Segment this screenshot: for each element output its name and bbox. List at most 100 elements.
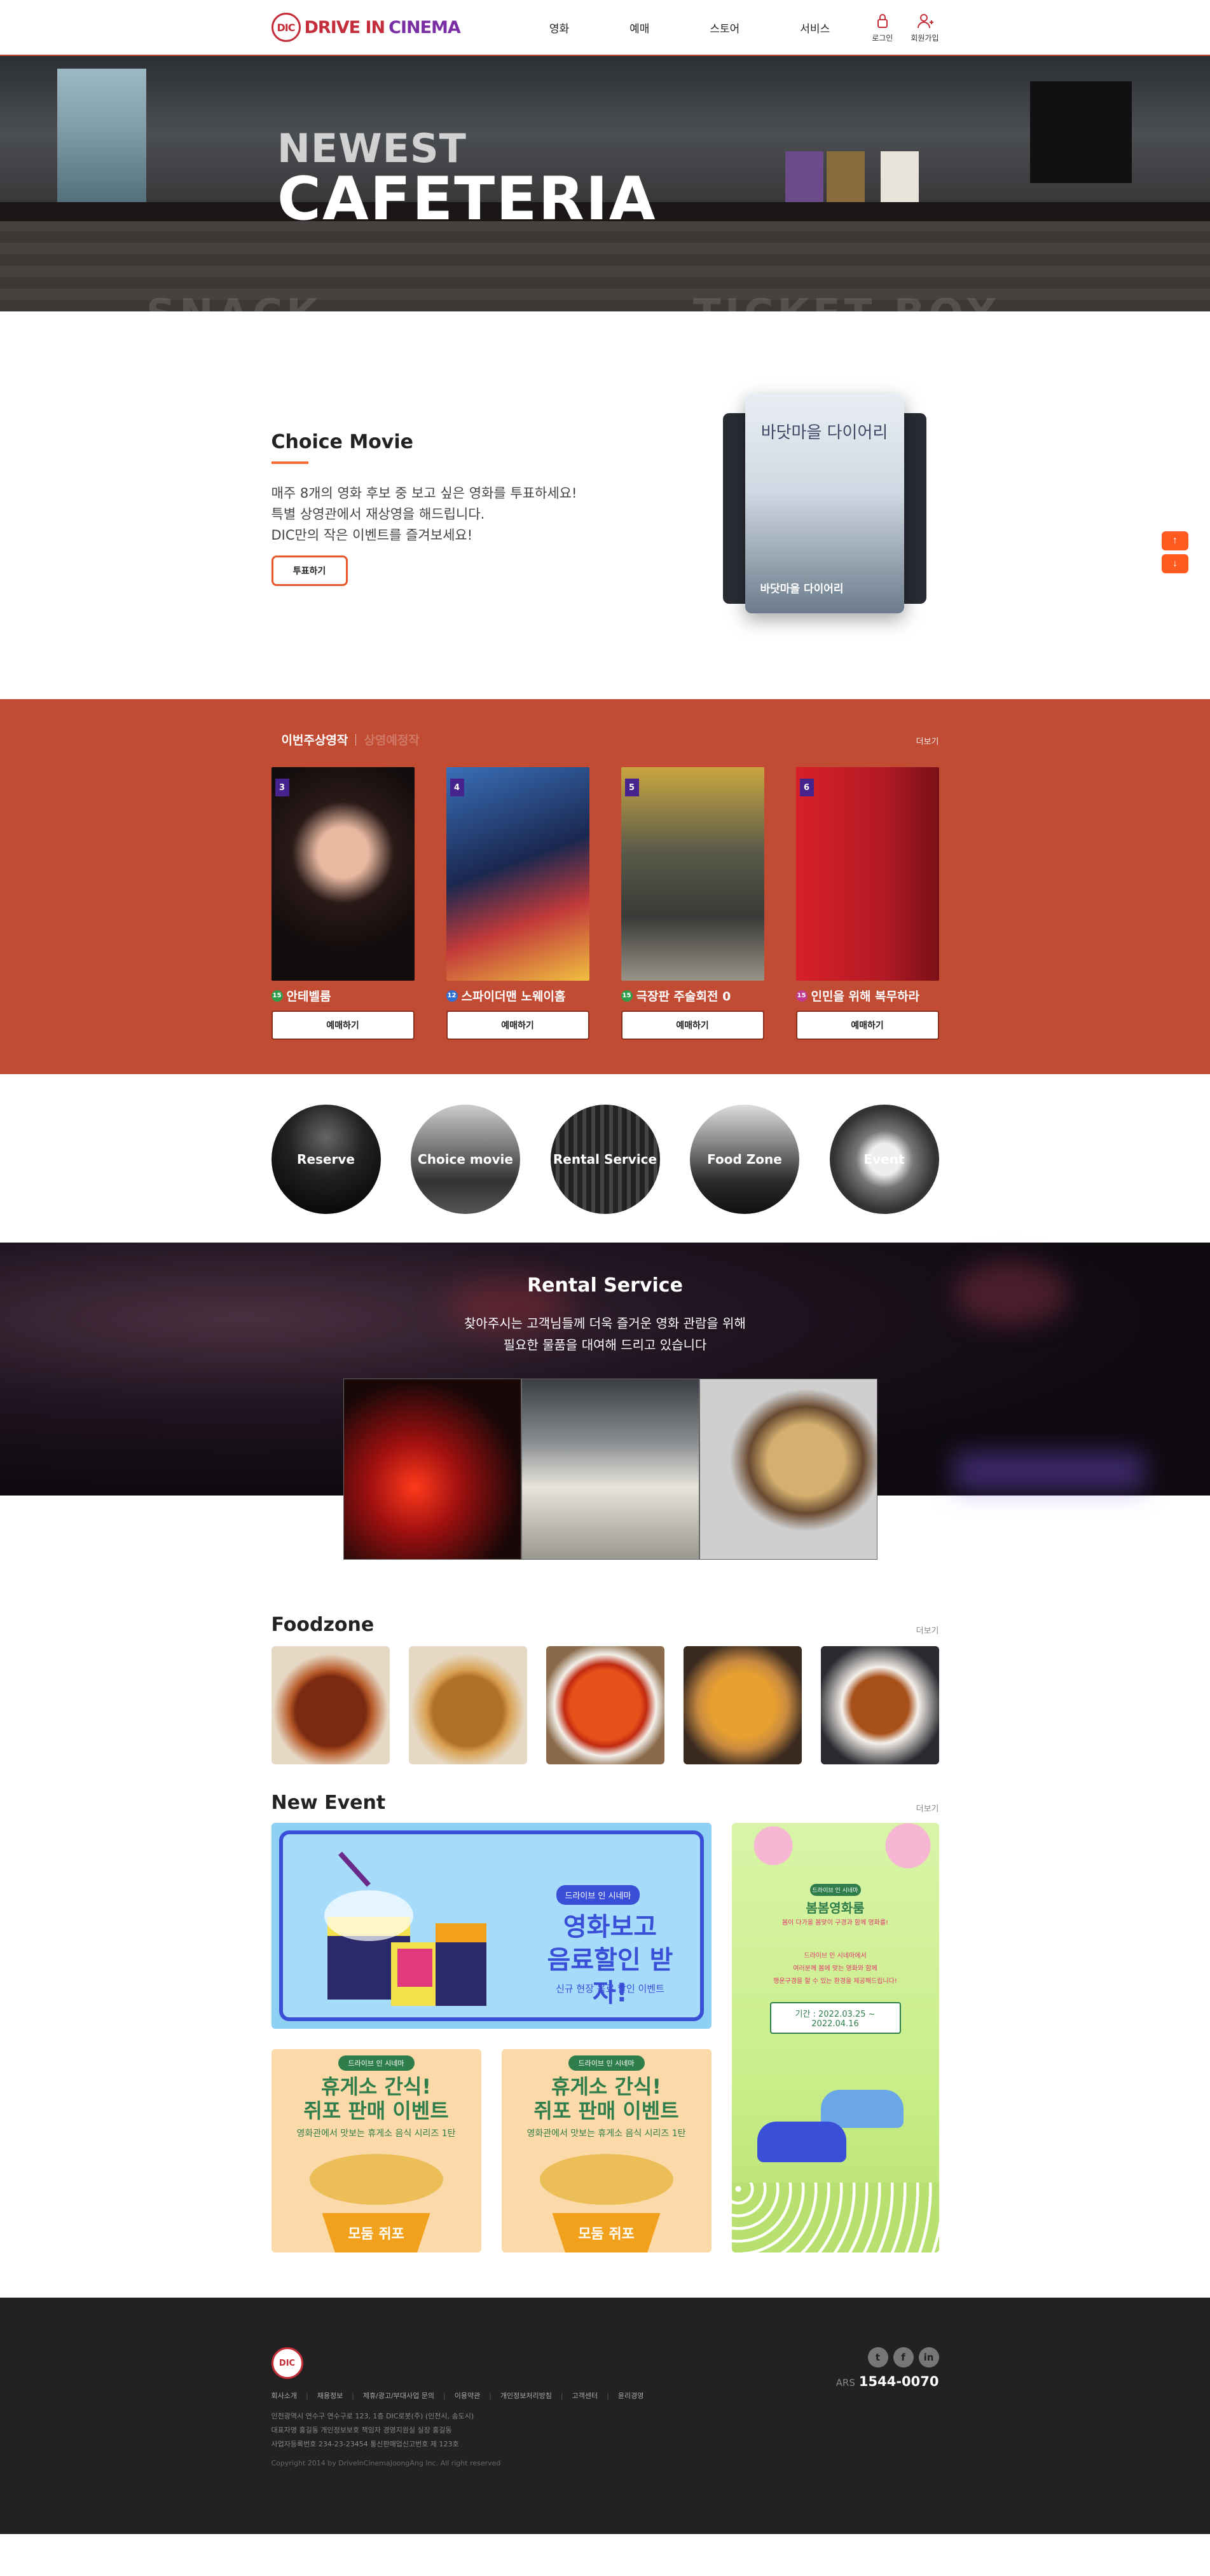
movie-poster[interactable]: 4 [446, 767, 589, 981]
choice-card[interactable]: 바닷마을 다이어리 바닷마을 다이어리 [745, 394, 904, 613]
choice-card-stack[interactable]: 바닷마을 다이어리 바닷마을 다이어리 [720, 394, 930, 629]
rank-badge: 5 [624, 779, 639, 796]
login-button[interactable]: 로그인 [872, 11, 893, 43]
event-tag: 드라이브 인 시네마 [809, 1884, 861, 1896]
signup-button[interactable]: 회원가입 [911, 11, 939, 43]
facebook-icon[interactable]: f [893, 2347, 914, 2368]
now-showing-section: 이번주상영작 상영예정작 더보기 3 15 안테벨룸 예매하기 4 12 스파이… [0, 699, 1210, 1074]
event-banner-frame: 드라이브 인 시네마 영화보고 음료할인 받자! 신규 현장 음료 할인 이벤트 [278, 1830, 704, 2021]
reserve-button[interactable]: 예매하기 [621, 1011, 764, 1040]
footer-link[interactable]: 개인정보처리방침 [500, 2390, 563, 2401]
event-spring-movie[interactable]: 드라이브 인 시네마 봄봄영화룸 봄이 다가올 봄맞이 구경과 함께 영화를! … [731, 1823, 939, 2252]
hero-bg-text-left: SNACK [146, 291, 322, 311]
age-rating-badge: 15 [271, 990, 283, 1002]
footer-link[interactable]: 윤리경영 [618, 2390, 643, 2401]
food-list [271, 1646, 939, 1764]
showing-more-link[interactable]: 더보기 [916, 735, 939, 747]
foodzone-section: Foodzone 더보기 [0, 1573, 1210, 1783]
hero-banner: SNACK TICKET BOX NEWEST CAFETERIA [0, 56, 1210, 311]
reserve-button[interactable]: 예매하기 [446, 1011, 589, 1040]
title-underline [271, 461, 308, 464]
choice-desc-line: 특별 상영관에서 재상영을 해드립니다. [271, 507, 485, 522]
choice-desc-line: 매주 8개의 영화 후보 중 보고 싶은 영화를 투표하세요! [271, 486, 577, 501]
movie-title: 극장판 주술회전 0 [636, 990, 731, 1004]
movie-poster[interactable]: 5 [621, 767, 764, 981]
footer-link[interactable]: 제휴/광고/부대사업 문의 [363, 2390, 446, 2401]
company-info: 인천광역시 연수구 연수구로 123, 1층 DIC로봇(주) (인천시, 송도… [272, 2409, 939, 2451]
shortcut-choice-movie[interactable]: Choice movie [411, 1105, 520, 1214]
bg-glow [954, 1452, 1145, 1490]
event-headline-line2: 쥐포 판매 이벤트 [533, 2099, 679, 2123]
twitter-icon[interactable]: t [867, 2347, 888, 2368]
food-item-stew[interactable] [820, 1646, 939, 1764]
movie-card: 5 15 극장판 주술회전 0 예매하기 [621, 767, 764, 1040]
footer-link[interactable]: 회사소개 [272, 2390, 308, 2401]
service-shortcuts: Reserve Choice movie Rental Service Food… [0, 1074, 1210, 1243]
event-snack-1[interactable]: 드라이브 인 시네마 휴게소 간식! 쥐포 판매 이벤트 영화관에서 맛보는 휴… [271, 2049, 481, 2252]
event-grid: 드라이브 인 시네마 영화보고 음료할인 받자! 신규 현장 음료 할인 이벤트… [271, 1823, 939, 2252]
footer-logo[interactable]: DIC [271, 2347, 303, 2379]
movie-poster[interactable]: 6 [795, 767, 939, 981]
company-info-line: 인천광역시 연수구 연수구로 123, 1층 DIC로봇(주) (인천시, 송도… [271, 2412, 474, 2420]
movie-poster[interactable]: 3 [271, 767, 415, 981]
logo-cinema-text: CINEMA [388, 17, 461, 37]
food-item-fries[interactable] [408, 1646, 527, 1764]
food-item-tteokbokki[interactable] [546, 1646, 664, 1764]
event-more-link[interactable]: 더보기 [916, 1802, 939, 1814]
food-item-skewers[interactable] [683, 1646, 802, 1764]
choice-description: 매주 8개의 영화 후보 중 보고 싶은 영화를 투표하세요! 특별 상영관에서… [272, 483, 577, 546]
foodzone-more-link[interactable]: 더보기 [916, 1624, 939, 1636]
choice-movie-section: Choice Movie 매주 8개의 영화 후보 중 보고 싶은 영화를 투표… [0, 311, 1210, 699]
lock-icon [877, 14, 888, 28]
rental-service-section: Rental Service 찾아주시는 고객님들께 더욱 즐거운 영화 관람을… [0, 1243, 1210, 1573]
movie-title: 인민을 위해 복무하라 [811, 990, 920, 1004]
shortcut-reserve[interactable]: Reserve [271, 1105, 381, 1214]
foodzone-title: Foodzone [271, 1614, 375, 1636]
login-label: 로그인 [872, 34, 893, 43]
blossom-illustration [731, 1823, 939, 1880]
card-poster-title: 바닷마을 다이어리 [760, 423, 888, 442]
food-item-chicken[interactable] [271, 1646, 390, 1764]
shortcut-event[interactable]: Event [829, 1105, 939, 1214]
nav-reserve[interactable]: 예매 [629, 20, 649, 36]
snack-illustration [309, 2154, 443, 2205]
main-nav: 영화 예매 스토어 서비스 [549, 20, 830, 36]
movie-title: 스파이더맨 노웨이홈 [461, 990, 566, 1004]
nav-store[interactable]: 스토어 [710, 20, 739, 36]
event-pot-label: 모둠 쥐포 [322, 2213, 430, 2252]
footer-link[interactable]: 고객센터 [572, 2390, 609, 2401]
event-body-line: 여러분께 봄에 맞는 영화와 함께 [793, 1965, 877, 1972]
movie-card: 6 15 인민을 위해 복무하라 예매하기 [795, 767, 939, 1040]
instagram-icon[interactable]: in [918, 2347, 939, 2368]
rental-desc-line: 필요한 물품을 대여해 드리고 있습니다 [503, 1337, 707, 1353]
copyright: Copyright 2014 by DriveInCinemaJoongAng … [271, 2459, 501, 2467]
site-header: DIC DRIVE IN CINEMA 영화 예매 스토어 서비스 로그인 회원… [0, 0, 1210, 56]
event-drink-discount[interactable]: 드라이브 인 시네마 영화보고 음료할인 받자! 신규 현장 음료 할인 이벤트 [271, 1823, 712, 2029]
shortcut-food-zone[interactable]: Food Zone [690, 1105, 799, 1214]
event-body-line: 행운구경을 할 수 있는 환경을 제공해드립니다! [773, 1978, 897, 1985]
vote-button[interactable]: 투표하기 [271, 555, 348, 586]
footer-link[interactable]: 채용정보 [317, 2390, 354, 2401]
ars-label: ARS [835, 2377, 855, 2389]
hero-title-line1: NEWEST [277, 125, 467, 172]
tab-upcoming[interactable]: 상영예정작 [364, 731, 419, 748]
hero-title: NEWEST CAFETERIA [277, 129, 657, 231]
movie-title-row: 12 스파이더맨 노웨이홈 [446, 987, 589, 1004]
nav-service[interactable]: 서비스 [800, 20, 830, 36]
rental-desc-line: 찾아주시는 고객님들께 더욱 즐거운 영화 관람을 위해 [464, 1316, 746, 1331]
tab-this-week[interactable]: 이번주상영작 [282, 731, 348, 748]
drink-cup-illustration [324, 1851, 486, 2006]
scroll-bottom-button[interactable]: ↓ [1162, 554, 1188, 573]
reserve-button[interactable]: 예매하기 [795, 1011, 939, 1040]
footer-link[interactable]: 이용약관 [455, 2390, 492, 2401]
event-snack-2[interactable]: 드라이브 인 시네마 휴게소 간식! 쥐포 판매 이벤트 영화관에서 맛보는 휴… [501, 2049, 712, 2252]
movie-list: 3 15 안테벨룸 예매하기 4 12 스파이더맨 노웨이홈 예매하기 5 15… [271, 767, 939, 1040]
event-headline: 봄봄영화룸 [806, 1900, 865, 1916]
site-logo[interactable]: DIC DRIVE IN CINEMA [271, 13, 461, 42]
nav-movie[interactable]: 영화 [549, 20, 569, 36]
reserve-button[interactable]: 예매하기 [271, 1011, 415, 1040]
shortcut-rental-service[interactable]: Rental Service [550, 1105, 660, 1214]
rank-badge: 3 [275, 779, 289, 796]
scroll-top-button[interactable]: ↑ [1162, 531, 1188, 550]
movie-title-row: 15 인민을 위해 복무하라 [795, 987, 939, 1004]
